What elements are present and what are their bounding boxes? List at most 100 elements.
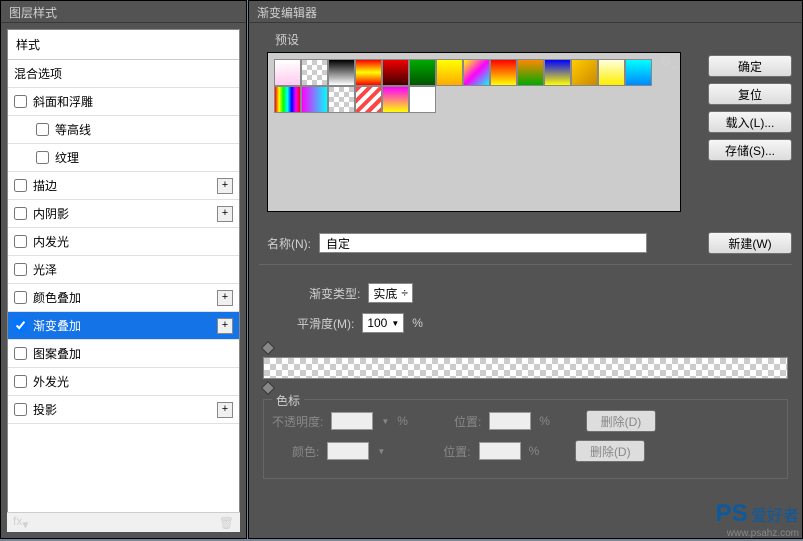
- style-checkbox[interactable]: [14, 179, 27, 192]
- right-title: 渐变编辑器: [249, 1, 802, 23]
- ok-button[interactable]: 确定: [708, 55, 792, 77]
- gradient-preset[interactable]: [328, 86, 355, 113]
- style-item[interactable]: 内发光: [8, 228, 239, 256]
- opacity-stops[interactable]: [263, 343, 788, 353]
- style-label: 内发光: [33, 233, 69, 250]
- chevron-icon: ÷: [401, 286, 408, 300]
- delete-color-stop-button: 删除(D): [575, 440, 645, 462]
- color-swatch-input: [327, 442, 369, 460]
- layer-style-panel: 图层样式 样式 混合选项 斜面和浮雕等高线纹理描边+内阴影+内发光光泽颜色叠加+…: [0, 0, 247, 539]
- style-label: 等高线: [55, 121, 91, 138]
- preset-label: 预设: [275, 31, 792, 48]
- left-footer: fx▾ 🗑: [7, 512, 240, 532]
- style-checkbox[interactable]: [14, 95, 27, 108]
- gradient-preset[interactable]: [409, 86, 436, 113]
- stops-fieldset: 色标 不透明度: ▼ % 位置: % 删除(D) 颜色: ▼: [263, 399, 788, 479]
- new-button[interactable]: 新建(W): [708, 232, 792, 254]
- gradient-preset[interactable]: [355, 59, 382, 86]
- position-input-1: [489, 412, 531, 430]
- style-item[interactable]: 光泽: [8, 256, 239, 284]
- style-checkbox[interactable]: [14, 347, 27, 360]
- opacity-stop[interactable]: [261, 341, 275, 355]
- add-effect-button[interactable]: +: [217, 318, 233, 334]
- button-column: 确定 复位 载入(L)... 存储(S)...: [708, 55, 792, 161]
- gradient-preset[interactable]: [544, 59, 571, 86]
- style-item[interactable]: 斜面和浮雕: [8, 88, 239, 116]
- style-item[interactable]: 描边+: [8, 172, 239, 200]
- opacity-input: [331, 412, 373, 430]
- style-item[interactable]: 投影 +: [8, 396, 239, 424]
- gradient-preset[interactable]: [598, 59, 625, 86]
- gradient-type-select[interactable]: 实底÷: [368, 283, 413, 303]
- gradient-preset[interactable]: [436, 59, 463, 86]
- add-effect-button[interactable]: +: [217, 402, 233, 418]
- styles-header[interactable]: 样式: [8, 30, 239, 60]
- style-checkbox[interactable]: [14, 263, 27, 276]
- fx-icon[interactable]: fx▾: [13, 514, 28, 531]
- gradient-preset[interactable]: [409, 59, 436, 86]
- gradient-preset[interactable]: [517, 59, 544, 86]
- gradient-preset[interactable]: [490, 59, 517, 86]
- style-checkbox[interactable]: [14, 319, 27, 332]
- gradient-preset[interactable]: [571, 59, 598, 86]
- style-label: 光泽: [33, 261, 57, 278]
- percent-label: %: [412, 316, 423, 330]
- style-checkbox[interactable]: [14, 207, 27, 220]
- color-label: 颜色:: [292, 443, 319, 460]
- style-list: 样式 混合选项 斜面和浮雕等高线纹理描边+ 内阴影 + 内发光光泽颜色叠加 + 渐变叠加 +…: [7, 29, 240, 517]
- style-label: 纹理: [55, 149, 79, 166]
- gear-icon[interactable]: ⚙▾: [659, 53, 676, 72]
- gradient-preset[interactable]: [463, 59, 490, 86]
- smoothness-input[interactable]: 100▼: [362, 313, 404, 333]
- style-item[interactable]: 渐变叠加 +: [8, 312, 239, 340]
- style-label: 投影: [33, 401, 57, 418]
- delete-opacity-stop-button: 删除(D): [586, 410, 656, 432]
- save-button[interactable]: 存储(S)...: [708, 139, 792, 161]
- style-item[interactable]: 颜色叠加 +: [8, 284, 239, 312]
- gradient-preset[interactable]: [301, 86, 328, 113]
- name-input[interactable]: [319, 233, 647, 253]
- name-label: 名称(N):: [267, 235, 311, 252]
- opacity-label: 不透明度:: [272, 413, 323, 430]
- style-checkbox[interactable]: [14, 403, 27, 416]
- style-item[interactable]: 等高线: [8, 116, 239, 144]
- gradient-preset[interactable]: [625, 59, 652, 86]
- style-checkbox[interactable]: [14, 235, 27, 248]
- blend-options-row[interactable]: 混合选项: [8, 60, 239, 88]
- gradient-preset[interactable]: [301, 59, 328, 86]
- style-checkbox[interactable]: [14, 291, 27, 304]
- style-label: 内阴影: [33, 205, 69, 222]
- style-item[interactable]: 纹理: [8, 144, 239, 172]
- smoothness-label: 平滑度(M):: [297, 315, 354, 332]
- style-item[interactable]: 内阴影 +: [8, 200, 239, 228]
- gradient-bar[interactable]: [263, 357, 788, 379]
- color-stops[interactable]: [263, 383, 788, 393]
- style-label: 渐变叠加: [33, 317, 81, 334]
- stops-legend: 色标: [272, 392, 304, 409]
- gradient-preset[interactable]: [382, 86, 409, 113]
- gradient-preset[interactable]: [355, 86, 382, 113]
- chevron-down-icon: ▼: [391, 319, 399, 328]
- add-effect-button[interactable]: +: [217, 178, 233, 194]
- gradient-preset[interactable]: [382, 59, 409, 86]
- style-label: 图案叠加: [33, 345, 81, 362]
- position-label-2: 位置:: [443, 443, 470, 460]
- add-effect-button[interactable]: +: [217, 290, 233, 306]
- blend-options-label: 混合选项: [14, 65, 62, 82]
- style-checkbox[interactable]: [36, 123, 49, 136]
- gradient-preset[interactable]: [274, 59, 301, 86]
- gradient-preset[interactable]: [274, 86, 301, 113]
- style-item[interactable]: 外发光: [8, 368, 239, 396]
- load-button[interactable]: 载入(L)...: [708, 111, 792, 133]
- style-checkbox[interactable]: [14, 375, 27, 388]
- gradient-type-label: 渐变类型:: [309, 285, 360, 302]
- style-item[interactable]: 图案叠加: [8, 340, 239, 368]
- gradient-preset[interactable]: [328, 59, 355, 86]
- gradient-editor-panel: 渐变编辑器 预设 ⚙▾ 确定 复位 载入(L)... 存储(S)... 名称(N…: [248, 0, 803, 539]
- style-label: 颜色叠加: [33, 289, 81, 306]
- style-checkbox[interactable]: [36, 151, 49, 164]
- preset-swatches: [267, 52, 681, 212]
- add-effect-button[interactable]: +: [217, 206, 233, 222]
- trash-icon[interactable]: 🗑: [219, 516, 234, 530]
- reset-button[interactable]: 复位: [708, 83, 792, 105]
